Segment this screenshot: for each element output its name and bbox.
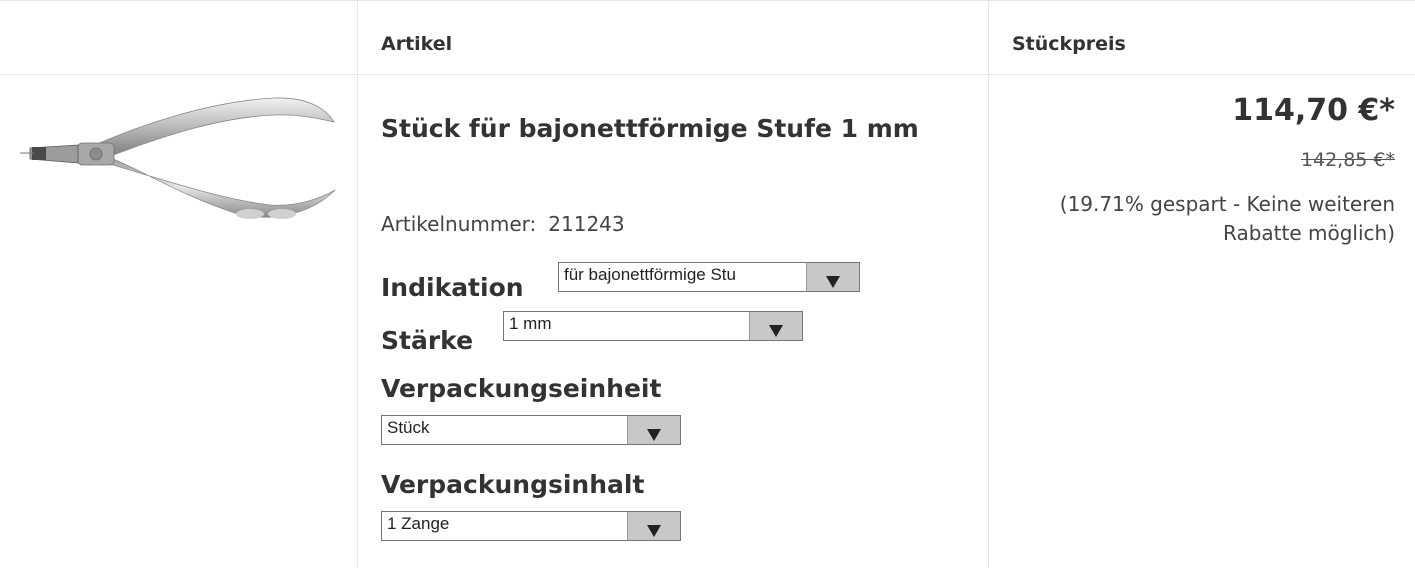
packaging-content-select-value: 1 Zange <box>387 514 450 533</box>
article-number: Artikelnummer: 211243 <box>381 212 625 236</box>
header-divider <box>0 74 1415 75</box>
column-header-unit-price: Stückpreis <box>1012 33 1126 55</box>
packaging-unit-label: Verpackungseinheit <box>381 374 662 403</box>
indication-select[interactable]: für bajonettförmige Stu <box>558 262 860 292</box>
chevron-down-icon[interactable] <box>749 312 802 340</box>
chevron-down-icon[interactable] <box>806 263 859 291</box>
unit-price: 114,70 €* <box>1232 93 1395 128</box>
column-divider-image <box>357 0 358 568</box>
article-number-label: Artikelnummer: <box>381 212 537 236</box>
chevron-down-icon[interactable] <box>627 416 680 444</box>
chevron-down-icon[interactable] <box>627 512 680 540</box>
table-top-border <box>0 0 1415 1</box>
saving-note: (19.71% gespart - Keine weiteren Rabatte… <box>1059 192 1395 245</box>
pliers-icon <box>20 97 336 219</box>
column-divider-price <box>988 0 989 568</box>
thickness-label: Stärke <box>381 326 474 355</box>
product-title[interactable]: Stück für bajonettförmige Stufe 1 mm <box>381 105 941 152</box>
thickness-select-value: 1 mm <box>509 314 552 333</box>
cart-table: Artikel Stückpreis Stück für bajonettför… <box>0 0 1415 568</box>
packaging-content-label: Verpackungsinhalt <box>381 470 645 499</box>
indication-label: Indikation <box>381 273 524 302</box>
packaging-unit-select-value: Stück <box>387 418 430 437</box>
indication-select-value: für bajonettförmige Stu <box>564 265 736 284</box>
packaging-content-select[interactable]: 1 Zange <box>381 511 681 541</box>
product-image[interactable] <box>20 95 340 230</box>
original-price: 142,85 €* <box>1300 149 1395 171</box>
article-number-value: 211243 <box>548 212 625 236</box>
thickness-select[interactable]: 1 mm <box>503 311 803 341</box>
column-header-article: Artikel <box>381 33 453 55</box>
packaging-unit-select[interactable]: Stück <box>381 415 681 445</box>
